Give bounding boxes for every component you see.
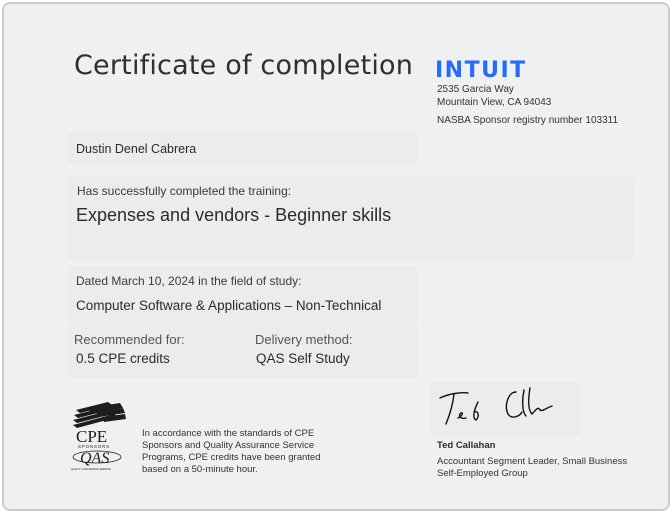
recommended-label: Recommended for: [74,332,185,347]
page-title: Certificate of completion [74,50,414,81]
intuit-logo-text: INTUIT [435,58,525,81]
recommended-value: 0.5 CPE credits [76,351,170,366]
delivery-label: Delivery method: [255,332,353,347]
qas-logo-tag: QUALITY ASSURANCE SERVICE [71,467,111,471]
certificate: Certificate of completion INTUIT 2535 Ga… [2,2,670,511]
signer-name: Ted Callahan [437,440,496,451]
signature [439,387,553,425]
cpe-logo-sponsors: SPONSORS [78,444,110,449]
issuer-address-line2: Mountain View, CA 94043 [437,97,552,108]
dated-label: Dated March 10, 2024 in the field of stu… [76,274,302,288]
field-of-study: Computer Software & Applications – Non-T… [76,298,382,313]
issuer-address-line1: 2535 Garcia Way [437,84,514,95]
signer-title: Accountant Segment Leader, Small Busines… [437,456,628,479]
cpe-sponsors-logo: CPE SPONSORS QAS QUALITY ASSURANCE SERVI… [71,402,126,471]
recipient-name: Dustin Denel Cabrera [76,142,197,156]
qas-logo-text: QAS [80,450,109,467]
completed-label: Has successfully completed the training: [77,184,292,198]
standards-text: In accordance with the standards of CPE … [142,428,321,475]
course-title: Expenses and vendors - Beginner skills [76,205,392,225]
delivery-value: QAS Self Study [256,351,350,366]
intuit-logo: INTUIT [435,58,525,81]
nasba-registry: NASBA Sponsor registry number 103311 [437,115,619,126]
